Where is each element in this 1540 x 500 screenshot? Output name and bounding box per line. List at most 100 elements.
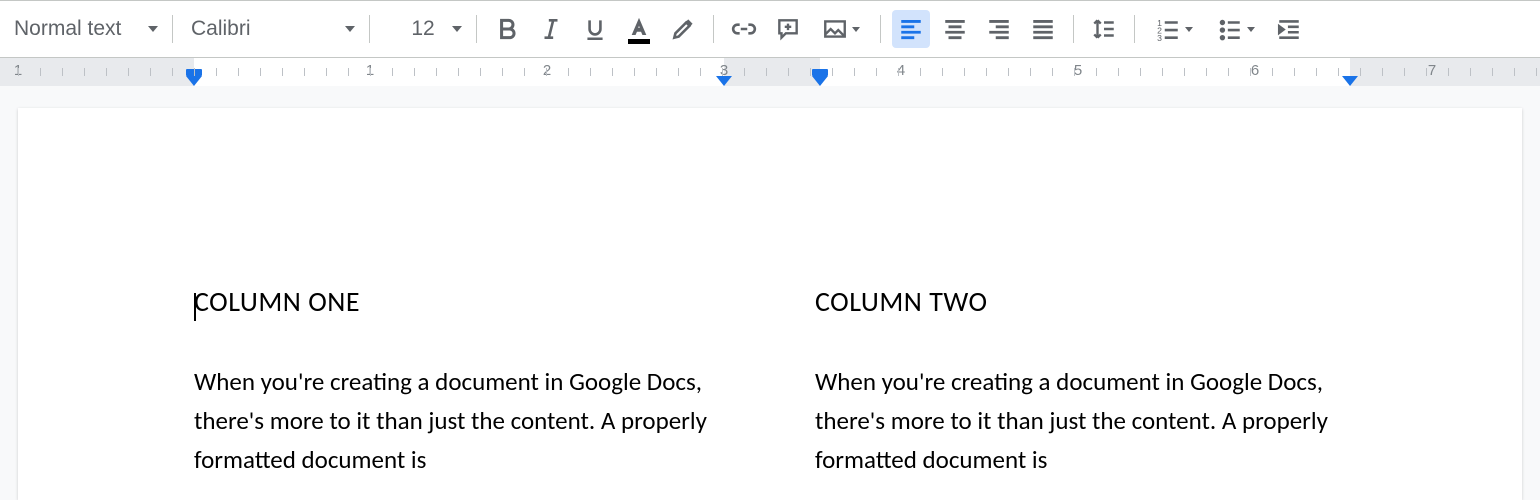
column-one[interactable]: COLUMN ONE When you're creating a docume… [194,284,725,479]
numbered-list-button[interactable]: 123 [1146,10,1202,48]
separator [476,15,477,43]
decrease-indent-button[interactable] [1270,10,1308,48]
align-center-button[interactable] [936,10,974,48]
font-size-dropdown[interactable]: 12 [378,11,468,47]
paragraph-style-dropdown[interactable]: Normal text [4,11,164,47]
svg-text:3: 3 [1157,33,1162,42]
paragraph-style-label: Normal text [14,17,121,41]
align-left-button[interactable] [892,10,930,48]
text-cursor [194,293,196,321]
left-indent-marker[interactable] [186,76,202,86]
chevron-down-icon [852,27,860,32]
ruler-tick [1030,68,1031,76]
ruler-tick [678,68,679,76]
ruler-tick [898,68,899,76]
decrease-indent-icon [1276,16,1302,42]
ruler-tick [1118,68,1119,76]
link-icon [731,16,757,42]
first-line-indent-marker[interactable] [812,69,828,76]
ruler-tick [150,68,151,76]
ruler-tick [590,68,591,76]
underline-button[interactable] [576,10,614,48]
text-color-button[interactable] [620,10,658,48]
chevron-down-icon [1185,27,1193,32]
bold-button[interactable] [488,10,526,48]
ruler-tick [1206,68,1207,76]
align-justify-button[interactable] [1024,10,1062,48]
ruler-tick [392,68,393,76]
font-family-dropdown[interactable]: Calibri [181,11,361,47]
ruler-tick [568,68,569,76]
separator [369,15,370,43]
column-one-heading-text: COLUMN ONE [194,284,360,319]
bold-icon [494,16,520,42]
column-two-body[interactable]: When you're creating a document in Googl… [815,363,1346,479]
ruler-tick [1272,68,1273,76]
ruler-tick [216,68,217,76]
ruler-tick [304,68,305,76]
ruler-tick [1140,68,1141,76]
text-color-swatch [628,39,650,44]
line-spacing-button[interactable] [1085,10,1123,48]
ruler-margin-right [1350,58,1540,86]
ruler-tick [1096,68,1097,76]
ruler-tick [282,68,283,76]
chevron-down-icon [452,26,462,32]
highlight-button[interactable] [664,10,702,48]
right-indent-marker[interactable] [1342,76,1358,86]
ruler-tick [414,68,415,76]
align-right-button[interactable] [980,10,1018,48]
ruler-tick [1360,68,1361,76]
align-left-icon [898,16,924,42]
ruler-tick [1514,68,1515,76]
ruler-number: 7 [1428,62,1436,79]
ruler-tick [1426,68,1427,76]
insert-comment-button[interactable] [769,10,807,48]
ruler-number: 5 [1074,62,1082,79]
separator [713,15,714,43]
left-indent-marker[interactable] [812,76,828,86]
bulleted-list-button[interactable] [1208,10,1264,48]
column-two-heading[interactable]: COLUMN TWO [815,284,1346,319]
column-two[interactable]: COLUMN TWO When you're creating a docume… [815,284,1346,479]
insert-image-button[interactable] [813,10,869,48]
ruler-tick [1404,68,1405,76]
align-right-icon [986,16,1012,42]
separator [880,15,881,43]
ruler-tick [128,68,129,76]
horizontal-ruler[interactable]: 1 1 2 3 4 5 6 7 [0,58,1540,86]
ruler-tick [524,68,525,76]
ruler-tick [634,68,635,76]
ruler-tick [1162,68,1163,76]
separator [1073,15,1074,43]
column-one-heading[interactable]: COLUMN ONE [194,284,725,319]
ruler-tick [1052,68,1053,76]
ruler-tick [326,68,327,76]
column-one-body[interactable]: When you're creating a document in Googl… [194,363,725,479]
ruler-tick [1008,68,1009,76]
document-page[interactable]: COLUMN ONE When you're creating a docume… [18,108,1522,500]
ruler-tick [348,68,349,76]
ruler-tick [62,68,63,76]
italic-button[interactable] [532,10,570,48]
image-icon [822,16,848,42]
ruler-tick [1382,68,1383,76]
italic-icon [538,16,564,42]
ruler-tick [612,68,613,76]
ruler-tick [370,68,371,76]
separator [172,15,173,43]
ruler-tick [1184,68,1185,76]
ruler-tick [106,68,107,76]
ruler-tick [788,68,789,76]
ruler-tick [810,68,811,76]
ruler-margin-left [0,58,194,86]
insert-link-button[interactable] [725,10,763,48]
document-canvas: COLUMN ONE When you're creating a docume… [0,86,1540,500]
ruler-tick [546,68,547,76]
separator [1134,15,1135,43]
ruler-tick [1074,68,1075,76]
ruler-tick [1448,68,1449,76]
ruler-tick [1316,68,1317,76]
ruler-tick [942,68,943,76]
right-indent-marker[interactable] [716,76,732,86]
